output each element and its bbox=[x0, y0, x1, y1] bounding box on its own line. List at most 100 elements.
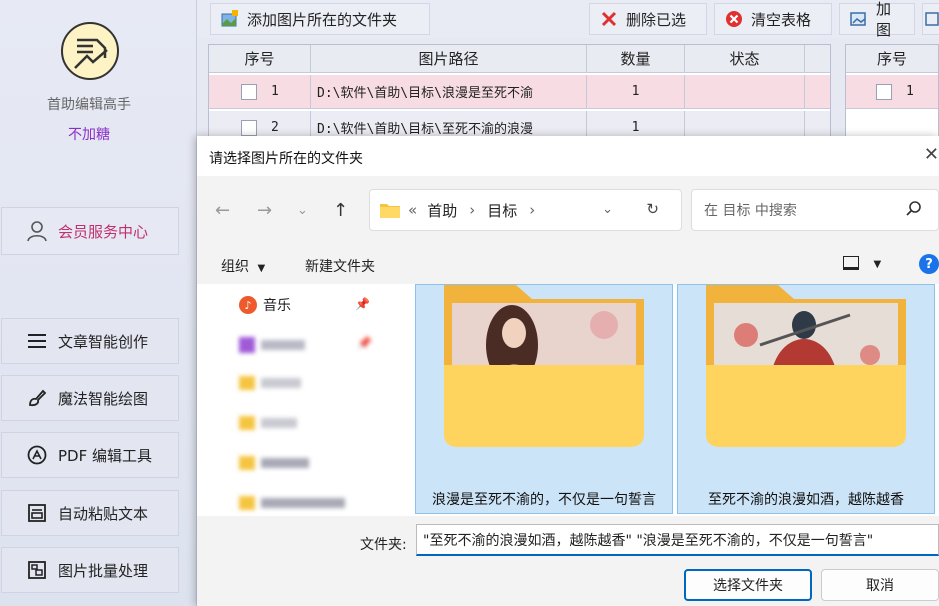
brush-icon bbox=[26, 387, 48, 409]
row-qty: 1 bbox=[587, 75, 685, 109]
row-index-cell: 1 bbox=[209, 75, 311, 109]
app-subtitle: 不加糖 bbox=[68, 127, 110, 143]
table-row[interactable]: 1 D:\软件\首助\目标\浪漫是至死不渝 1 bbox=[209, 75, 830, 109]
view-options-button[interactable]: ▼ bbox=[843, 255, 881, 271]
more-toolbar-button[interactable] bbox=[922, 3, 939, 35]
tree-item-blurred[interactable] bbox=[239, 334, 305, 356]
toolbar: 添加图片所在的文件夹 删除已选 清空表格 加图 bbox=[197, 0, 939, 39]
address-bar[interactable]: « 首助 › 目标 › ⌄ ↻ bbox=[369, 189, 682, 231]
column-header-status: 状态 bbox=[685, 45, 805, 73]
row-checkbox[interactable] bbox=[241, 119, 257, 136]
sidebar-item-article[interactable]: 文章智能创作 bbox=[1, 318, 179, 364]
tree-item-blurred[interactable] bbox=[239, 492, 345, 514]
sidebar-item-paste[interactable]: 自动粘贴文本 bbox=[1, 490, 179, 536]
breadcrumb-overflow-icon[interactable]: « bbox=[408, 201, 417, 219]
recent-chevron-icon[interactable]: ⌄ bbox=[297, 203, 308, 218]
row-index: 1 bbox=[271, 84, 279, 99]
member-center-button[interactable]: 会员服务中心 bbox=[1, 207, 179, 255]
chevron-down-icon: ▼ bbox=[873, 259, 882, 270]
sidebar-item-image-batch[interactable]: 图片批量处理 bbox=[1, 547, 179, 593]
back-arrow-icon[interactable]: ← bbox=[215, 200, 230, 221]
row-checkbox[interactable] bbox=[241, 83, 257, 100]
search-placeholder: 在 目标 中搜索 bbox=[704, 203, 797, 219]
clear-table-label: 清空表格 bbox=[751, 10, 812, 29]
table-header: 序号 图片路径 数量 状态 bbox=[209, 45, 830, 79]
add-image-label: 加图 bbox=[876, 0, 892, 39]
forward-arrow-icon[interactable]: → bbox=[257, 200, 272, 221]
add-folder-label: 添加图片所在的文件夹 bbox=[247, 10, 398, 29]
breadcrumb-segment[interactable]: 目标 bbox=[487, 200, 517, 221]
app-name: 首助编辑高手 bbox=[47, 97, 131, 113]
delete-selected-button[interactable]: 删除已选 bbox=[589, 3, 707, 35]
user-icon bbox=[26, 220, 48, 242]
folder-thumbnail-icon bbox=[706, 285, 906, 447]
dialog-footer: 文件夹: "至死不渝的浪漫如酒，越陈越香" "浪漫是至死不渝的，不仅是一句誓言"… bbox=[197, 516, 939, 606]
image-plus-icon bbox=[850, 10, 868, 28]
menu-lines-icon bbox=[26, 330, 48, 352]
sidebar-item-label: 文章智能创作 bbox=[58, 332, 149, 351]
sidebar-item-label: 图片批量处理 bbox=[58, 561, 149, 580]
search-input[interactable]: 在 目标 中搜索 bbox=[691, 189, 939, 231]
folder-name-input[interactable]: "至死不渝的浪漫如酒，越陈越香" "浪漫是至死不渝的，不仅是一句誓言" bbox=[416, 524, 939, 556]
column-header-path: 图片路径 bbox=[311, 45, 587, 73]
sidebar-item-label: 自动粘贴文本 bbox=[58, 504, 149, 523]
folder-tile[interactable]: 至死不渝的浪漫如酒，越陈越香 bbox=[677, 284, 935, 514]
row-index: 1 bbox=[906, 84, 914, 99]
up-arrow-icon[interactable]: ↑ bbox=[333, 200, 348, 221]
sidebar-item-drawing[interactable]: 魔法智能绘图 bbox=[1, 375, 179, 421]
sidebar-item-label: PDF 编辑工具 bbox=[58, 446, 152, 465]
sidebar: 首助编辑高手 不加糖 会员服务中心 文章智能创作 魔法智能绘图 PDF 编辑工具… bbox=[0, 0, 197, 606]
member-center-label: 会员服务中心 bbox=[58, 222, 149, 241]
navigation-bar: ← → ⌄ ↑ « 首助 › 目标 › ⌄ ↻ 在 目标 中搜索 bbox=[197, 176, 939, 246]
red-x-icon bbox=[600, 10, 618, 28]
folder-icon bbox=[380, 202, 400, 218]
image-batch-icon bbox=[26, 559, 48, 581]
add-image-icon bbox=[221, 10, 239, 28]
refresh-icon[interactable]: ↻ bbox=[646, 200, 659, 218]
close-icon[interactable]: ✕ bbox=[924, 144, 939, 165]
column-header-extra bbox=[805, 45, 830, 73]
folder-field-label: 文件夹: bbox=[360, 537, 407, 553]
row-status bbox=[685, 75, 805, 109]
tree-item-label: 音乐 bbox=[263, 298, 291, 314]
sidebar-item-label: 魔法智能绘图 bbox=[58, 389, 149, 408]
file-list: 浪漫是至死不渝的，不仅是一句誓言 至死不渝的浪漫如酒，越陈越香 bbox=[397, 284, 939, 516]
view-icon bbox=[843, 256, 859, 270]
row-index: 2 bbox=[271, 120, 279, 135]
secondary-column-header: 序号 bbox=[846, 45, 938, 73]
image-icon bbox=[925, 10, 939, 28]
command-bar: 组织 ▼ 新建文件夹 ▼ ? bbox=[197, 246, 939, 284]
search-icon bbox=[906, 200, 922, 220]
add-image-button[interactable]: 加图 bbox=[839, 0, 915, 39]
breadcrumb-separator-icon: › bbox=[529, 201, 536, 219]
column-header-index: 序号 bbox=[209, 45, 311, 73]
tree-item-blurred[interactable] bbox=[239, 452, 309, 474]
row-path: D:\软件\首助\目标\浪漫是至死不渝 bbox=[311, 75, 587, 109]
chevron-down-icon: ▼ bbox=[257, 263, 266, 274]
breadcrumb-segment[interactable]: 首助 bbox=[427, 200, 457, 221]
select-folder-button[interactable]: 选择文件夹 bbox=[684, 569, 812, 601]
new-folder-button[interactable]: 新建文件夹 bbox=[305, 256, 375, 276]
cancel-button[interactable]: 取消 bbox=[821, 569, 939, 601]
table-row[interactable]: 1 bbox=[846, 75, 938, 109]
pin-icon[interactable]: 📌 bbox=[355, 297, 370, 311]
delete-selected-label: 删除已选 bbox=[626, 10, 687, 29]
organize-label: 组织 bbox=[221, 259, 249, 275]
dialog-title: 请选择图片所在的文件夹 bbox=[209, 151, 363, 167]
folder-thumbnail-icon bbox=[444, 285, 644, 447]
tree-item-blurred[interactable] bbox=[239, 412, 297, 434]
row-checkbox[interactable] bbox=[876, 83, 892, 100]
folder-name: 浪漫是至死不渝的，不仅是一句誓言 bbox=[432, 492, 656, 508]
add-folder-button[interactable]: 添加图片所在的文件夹 bbox=[210, 3, 430, 35]
navigation-pane: ♪ 音乐 📌 📌 bbox=[197, 284, 389, 576]
column-header-qty: 数量 bbox=[587, 45, 685, 73]
address-dropdown-icon[interactable]: ⌄ bbox=[602, 202, 613, 217]
pin-icon[interactable]: 📌 bbox=[357, 336, 372, 350]
tree-item-blurred[interactable] bbox=[239, 372, 301, 394]
sidebar-item-pdf[interactable]: PDF 编辑工具 bbox=[1, 432, 179, 478]
organize-menu[interactable]: 组织 ▼ bbox=[221, 256, 265, 276]
help-icon[interactable]: ? bbox=[919, 254, 939, 274]
tree-item-music[interactable]: ♪ 音乐 bbox=[239, 294, 291, 316]
folder-tile[interactable]: 浪漫是至死不渝的，不仅是一句誓言 bbox=[415, 284, 673, 514]
clear-table-button[interactable]: 清空表格 bbox=[714, 3, 832, 35]
